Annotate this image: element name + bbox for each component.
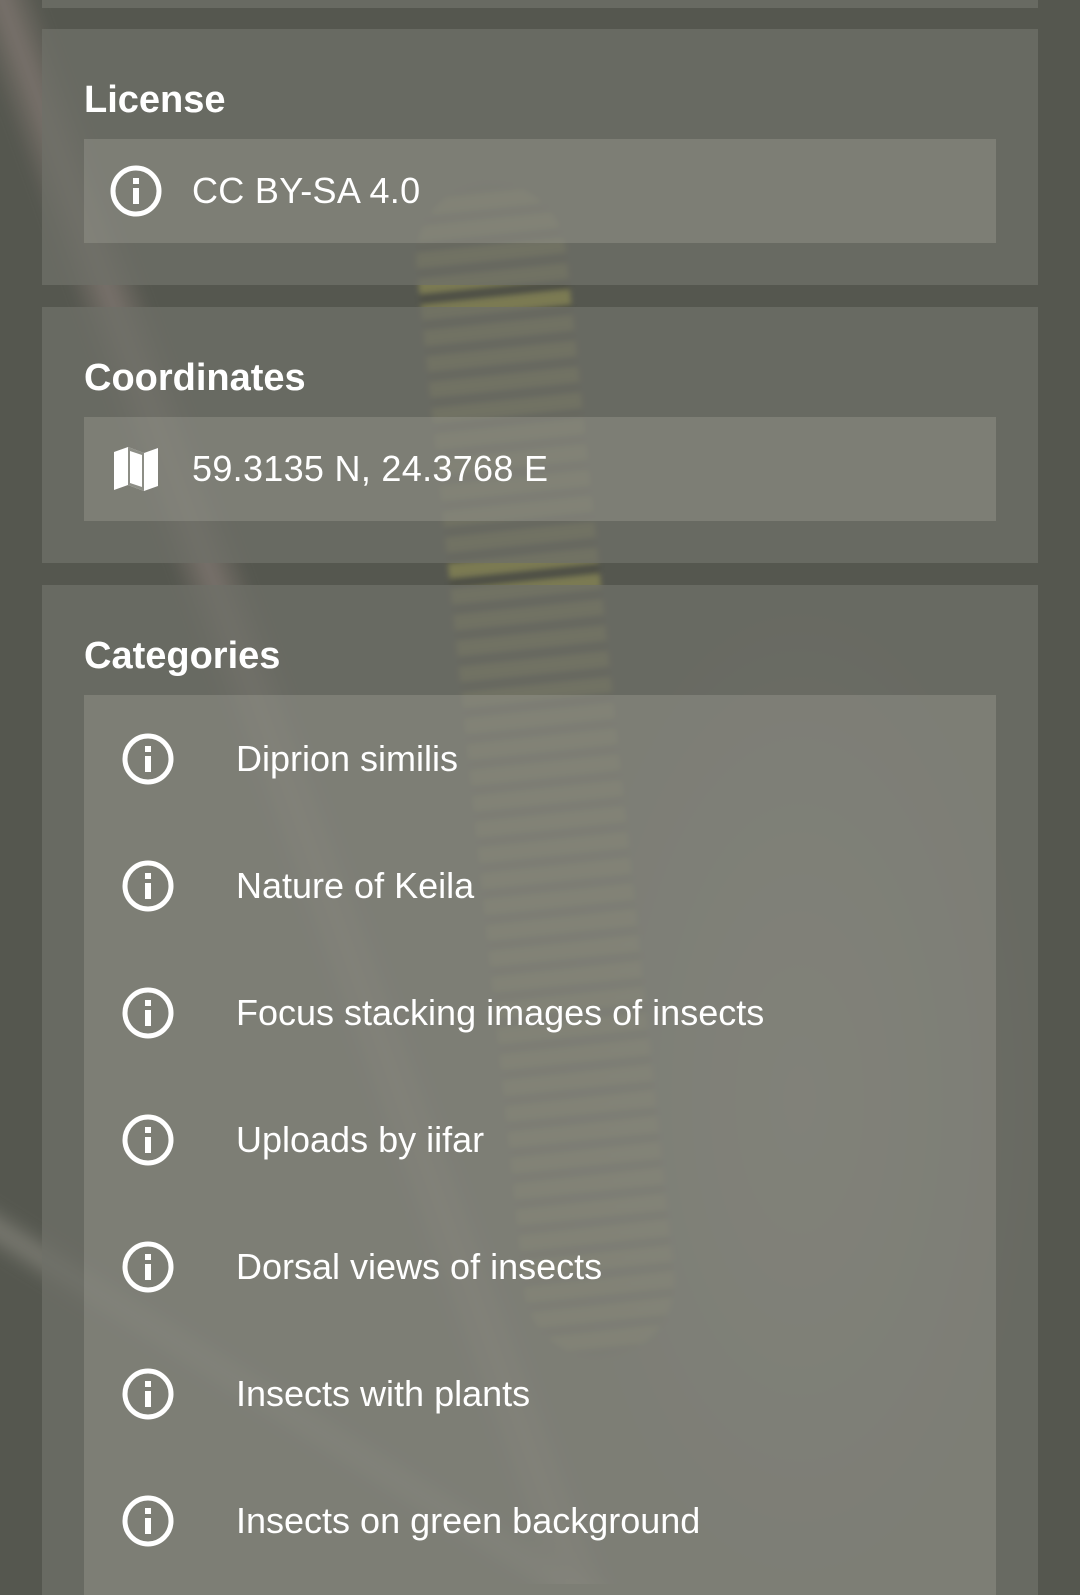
category-item[interactable]: Dorsal views of insects [84,1203,996,1330]
info-icon [120,985,176,1041]
license-title: License [84,79,226,121]
category-item[interactable]: Insects with plants [84,1330,996,1457]
previous-card-edge [42,0,1038,8]
license-row[interactable]: CC BY-SA 4.0 [84,139,996,243]
coordinates-title: Coordinates [84,357,306,399]
category-label: Diprion similis [236,737,459,779]
category-label: Focus stacking images of insects [236,991,765,1033]
category-item[interactable]: Diprion similis [84,695,996,822]
categories-list: Diprion similis Nature of Keila Focus st… [84,695,996,1595]
category-item[interactable]: Uploads by iifar [84,1076,996,1203]
info-icon [120,1112,176,1168]
info-icon [108,163,164,219]
info-icon [120,1366,176,1422]
info-icon [120,1239,176,1295]
categories-card: Categories Diprion similis Nature of Kei… [42,585,1038,1595]
category-label: Dorsal views of insects [236,1245,603,1287]
category-label: Insects on green background [236,1499,701,1541]
license-value: CC BY-SA 4.0 [192,170,421,211]
license-card: License CC BY-SA 4.0 [42,29,1038,285]
info-icon [120,731,176,787]
coordinates-card: Coordinates 59.3135 N, 24.3768 E [42,307,1038,563]
category-item[interactable]: Insects on green background [84,1457,996,1584]
category-item[interactable]: Nature of Keila [84,822,996,949]
category-label: Insects with plants [236,1372,531,1414]
categories-title: Categories [84,635,281,677]
category-item[interactable]: Focus stacking images of insects [84,949,996,1076]
coordinates-value: 59.3135 N, 24.3768 E [192,448,549,489]
info-icon [120,1493,176,1549]
info-icon [120,858,176,914]
category-label: Uploads by iifar [236,1118,485,1160]
coordinates-row[interactable]: 59.3135 N, 24.3768 E [84,417,996,521]
map-icon [108,441,164,497]
category-label: Nature of Keila [236,864,475,906]
